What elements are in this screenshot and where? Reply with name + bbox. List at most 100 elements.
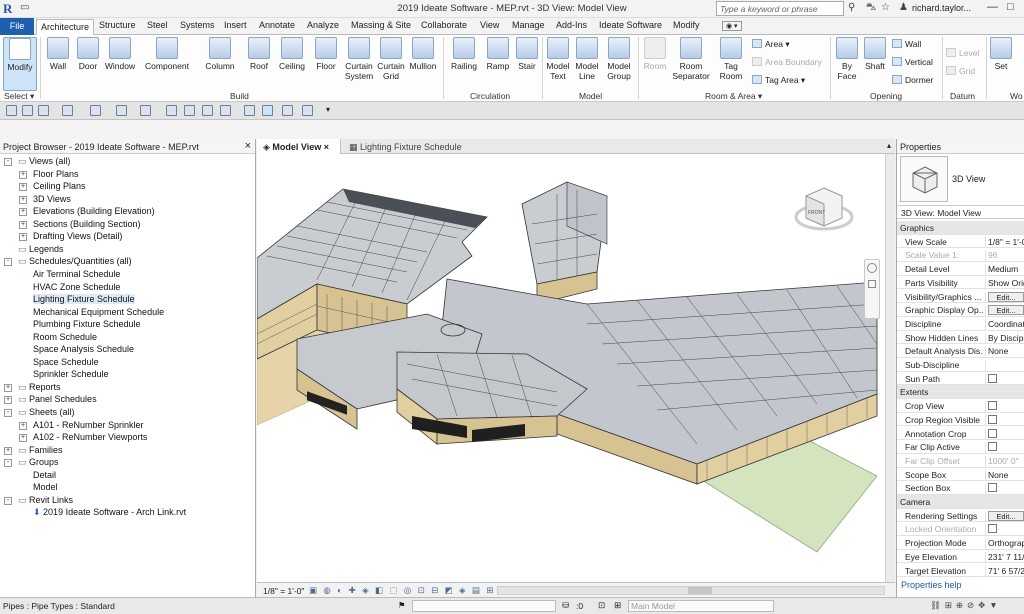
property-row[interactable]: Parts Visibility Show Original (897, 276, 1024, 290)
section-icon[interactable] (244, 105, 255, 116)
wall-opening-button[interactable]: Wall (892, 39, 921, 49)
model-text-button[interactable]: Model Text (544, 37, 572, 81)
expand-icon[interactable]: + (19, 421, 27, 430)
ceiling-button[interactable]: Ceiling (276, 37, 308, 71)
zoom-icon[interactable] (868, 280, 876, 288)
property-value[interactable]: Orthographic (985, 538, 1024, 550)
property-value[interactable]: 71' 6 57/256" (985, 565, 1024, 577)
vertical-opening-button[interactable]: Vertical (892, 57, 933, 67)
horizontal-scrollbar[interactable] (497, 586, 885, 595)
steering-wheel-icon[interactable] (867, 263, 877, 273)
select-panel-label[interactable]: Select ▾ (4, 91, 34, 102)
room-area-panel-label[interactable]: Room & Area ▾ (705, 91, 762, 102)
tab-structure[interactable]: Structure (99, 20, 136, 30)
level-button[interactable]: Level (946, 48, 979, 58)
editable-only-icon[interactable]: ⛁ (562, 600, 569, 611)
property-value[interactable]: 1000' 0" (985, 455, 1024, 467)
property-value[interactable] (985, 373, 1024, 385)
collapse-icon[interactable]: - (4, 409, 12, 417)
property-value[interactable]: By Discipline (985, 332, 1024, 344)
property-row[interactable]: Section Box (897, 481, 1024, 495)
collapse-icon[interactable]: - (4, 496, 12, 505)
property-value[interactable]: Show Original (985, 277, 1024, 289)
tab-model-view[interactable]: ◈ Model View × (257, 139, 341, 154)
stair-button[interactable]: Stair (513, 37, 541, 71)
tab-annotate[interactable]: Annotate (259, 20, 295, 30)
property-row[interactable]: View Scale 1/8" = 1'-0" (897, 235, 1024, 249)
property-value[interactable]: 96 (985, 250, 1024, 262)
property-value[interactable] (985, 401, 1024, 413)
instance-selector[interactable]: 3D View: Model View (897, 205, 1024, 219)
tree-node[interactable]: Air Terminal Schedule (33, 269, 120, 279)
property-row[interactable]: Sub-Discipline (897, 358, 1024, 372)
text-icon[interactable] (202, 105, 213, 116)
expand-icon[interactable]: + (19, 220, 27, 229)
property-value[interactable] (985, 524, 1024, 536)
tree-node[interactable]: Lighting Fixture Schedule (33, 294, 135, 305)
expand-icon[interactable]: + (19, 183, 27, 192)
room-button[interactable]: Room (640, 37, 670, 71)
property-checkbox[interactable] (988, 483, 997, 493)
tree-node[interactable]: A102 - ReNumber Viewports (33, 432, 147, 442)
dormer-button[interactable]: Dormer (892, 75, 933, 85)
property-value[interactable]: Coordination (985, 318, 1024, 330)
property-value[interactable] (985, 483, 1024, 495)
close-icon[interactable]: × (245, 140, 251, 152)
view-scale[interactable]: 1/8" = 1'-0" (263, 586, 304, 596)
floor-button[interactable]: Floor (312, 37, 340, 71)
property-row[interactable]: Scope Box None (897, 468, 1024, 482)
property-value[interactable] (985, 428, 1024, 440)
window-button[interactable]: Window (102, 37, 138, 71)
tree-node[interactable]: Space Schedule (33, 357, 99, 367)
tab-list-icon[interactable]: ▴ (887, 141, 891, 150)
collapse-icon[interactable]: - (4, 258, 12, 267)
property-row[interactable]: Scale Value 1: 96 (897, 248, 1024, 263)
expand-icon[interactable]: + (19, 233, 27, 242)
close-hidden-windows-icon[interactable] (282, 105, 293, 116)
property-value[interactable]: Medium (985, 264, 1024, 276)
curtain-system-button[interactable]: Curtain System (343, 37, 375, 81)
curtain-grid-button[interactable]: Curtain Grid (375, 37, 407, 81)
tree-node[interactable]: ▭ Schedules/Quantities (all) (18, 256, 132, 267)
property-row[interactable]: Default Analysis Dis... None (897, 344, 1024, 358)
model-line-button[interactable]: Model Line (573, 37, 601, 81)
tree-node[interactable]: ▭ Panel Schedules (18, 394, 97, 405)
tree-node[interactable]: Sections (Building Section) (33, 219, 141, 229)
property-value[interactable] (985, 414, 1024, 426)
default-3d-view-icon[interactable] (220, 105, 231, 116)
door-button[interactable]: Door (74, 37, 102, 71)
horizontal-scroll-thumb[interactable] (688, 587, 712, 594)
tree-node[interactable]: Floor Plans (33, 169, 79, 179)
property-checkbox[interactable] (988, 442, 997, 452)
sync-icon[interactable] (38, 105, 49, 116)
model-group-button[interactable]: Model Group (603, 37, 635, 81)
property-checkbox[interactable] (988, 373, 997, 383)
main-model-icon[interactable]: ⊞ (614, 600, 621, 611)
tab-modify[interactable]: Modify (673, 20, 700, 30)
tab-steel[interactable]: Steel (147, 20, 168, 30)
property-row[interactable]: Far Clip Active (897, 440, 1024, 454)
type-selector[interactable] (900, 156, 948, 202)
wall-button[interactable]: Wall (44, 37, 72, 71)
property-row[interactable]: Show Hidden Lines By Discipline (897, 331, 1024, 345)
property-row[interactable]: Far Clip Offset 1000' 0" (897, 454, 1024, 468)
property-checkbox[interactable] (988, 414, 997, 424)
tree-node[interactable]: ⬇ 2019 Ideate Software - Arch Link.rvt (33, 507, 186, 518)
railing-button[interactable]: Railing (448, 37, 480, 71)
thin-lines-icon[interactable] (262, 105, 273, 116)
tag-area-button[interactable]: Tag Area ▾ (752, 75, 805, 86)
property-value[interactable]: 1/8" = 1'-0" (985, 236, 1024, 248)
mullion-button[interactable]: Mullion (407, 37, 439, 71)
component-button[interactable]: Component (142, 37, 192, 71)
property-row[interactable]: Sun Path (897, 372, 1024, 386)
tab-file[interactable]: File (0, 18, 34, 35)
tab-add-ins[interactable]: Add-Ins (556, 20, 587, 30)
tree-node[interactable]: ▭ Groups (18, 457, 59, 468)
set-workplane-button[interactable]: Set (989, 37, 1013, 71)
collapse-icon[interactable]: - (4, 158, 12, 166)
tree-node[interactable]: Space Analysis Schedule (33, 344, 134, 354)
tree-node[interactable]: Detail (33, 470, 56, 480)
room-separator-button[interactable]: Room Separator (670, 37, 712, 81)
measure-icon[interactable] (140, 105, 151, 116)
property-row[interactable]: Visibility/Graphics ... Edit... (897, 290, 1024, 304)
